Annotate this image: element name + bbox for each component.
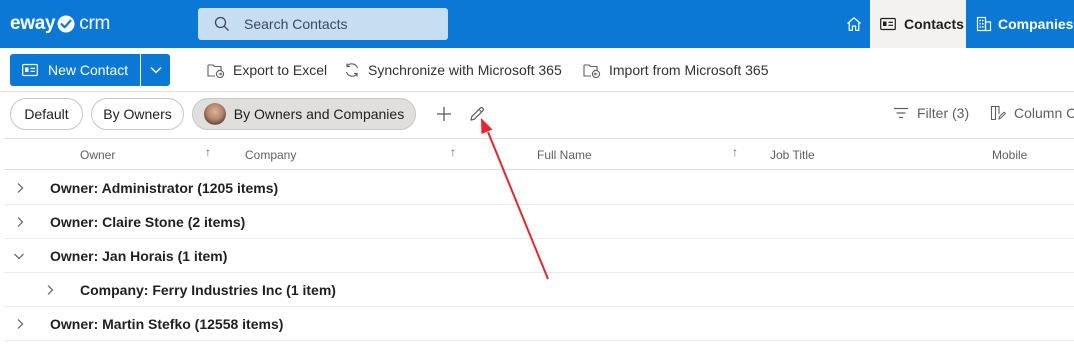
- group-row[interactable]: Owner: Martin Stefko (12558 items): [4, 307, 1074, 341]
- group-row[interactable]: Owner: Administrator (1205 items): [4, 171, 1074, 205]
- column-chooser-label: Column C: [1014, 105, 1074, 121]
- column-header-job-title[interactable]: Job Title: [770, 148, 815, 162]
- new-contact-label: New Contact: [48, 62, 129, 78]
- import-label: Import from Microsoft 365: [609, 62, 769, 78]
- add-view-icon[interactable]: [436, 106, 452, 122]
- view-by-owners-and-companies[interactable]: By Owners and Companies: [192, 98, 416, 130]
- filter-icon: [894, 107, 908, 119]
- group-row[interactable]: Owner: Claire Stone (2 items): [4, 205, 1074, 239]
- group-row[interactable]: Owner: Jan Horais (1 item): [4, 239, 1074, 273]
- tab-companies[interactable]: Companies: [966, 0, 1074, 48]
- chevron-right-icon[interactable]: [14, 318, 26, 330]
- import-button[interactable]: Import from Microsoft 365: [583, 62, 769, 78]
- building-icon: [976, 16, 992, 32]
- sort-ascending-icon[interactable]: ↑: [732, 145, 738, 159]
- home-button[interactable]: [838, 0, 870, 48]
- subgroup-row-label: Company: Ferry Industries Inc (1 item): [80, 282, 336, 298]
- avatar: [203, 103, 226, 125]
- subgroup-row[interactable]: Company: Ferry Industries Inc (1 item): [4, 273, 1074, 307]
- edit-view-icon[interactable]: [469, 106, 485, 122]
- view-by-owners-label: By Owners: [103, 106, 172, 122]
- sort-ascending-icon[interactable]: ↑: [205, 145, 211, 159]
- logo-suffix: crm: [79, 13, 111, 34]
- column-header-company[interactable]: Company: [245, 148, 296, 162]
- app-header: eway crm Search Contacts Contacts Compan…: [0, 0, 1074, 48]
- filter-button[interactable]: Filter (3): [893, 105, 969, 121]
- view-default-label: Default: [24, 106, 69, 122]
- sync-icon: [345, 63, 359, 77]
- filter-label: Filter (3): [917, 105, 970, 121]
- chevron-right-icon[interactable]: [44, 284, 56, 296]
- home-icon: [847, 17, 861, 31]
- tab-contacts[interactable]: Contacts: [870, 0, 966, 48]
- export-file-icon: [207, 64, 225, 78]
- import-file-icon: [583, 64, 601, 78]
- group-row-label: Owner: Martin Stefko (12558 items): [50, 316, 284, 332]
- column-header-full-name[interactable]: Full Name: [537, 148, 592, 162]
- column-chooser-button[interactable]: Column C: [990, 105, 1074, 121]
- contacts-grid: Owner ↑ Company ↑ Full Name ↑ Job Title …: [4, 138, 1074, 349]
- group-row-label: Owner: Claire Stone (2 items): [50, 214, 246, 230]
- tab-companies-label: Companies: [998, 16, 1074, 32]
- view-by-owners-and-companies-label: By Owners and Companies: [233, 106, 405, 122]
- view-default[interactable]: Default: [10, 98, 83, 130]
- command-bar: New Contact Export to Excel Synchronize …: [0, 48, 1074, 92]
- search-placeholder: Search Contacts: [244, 16, 348, 32]
- synchronize-button[interactable]: Synchronize with Microsoft 365: [344, 62, 562, 78]
- view-by-owners[interactable]: By Owners: [91, 98, 184, 130]
- group-row-label: Owner: Administrator (1205 items): [50, 180, 279, 196]
- sync-label: Synchronize with Microsoft 365: [368, 62, 562, 78]
- column-header-mobile[interactable]: Mobile: [992, 148, 1027, 162]
- grid-header: Owner ↑ Company ↑ Full Name ↑ Job Title …: [4, 139, 1074, 170]
- chevron-right-icon[interactable]: [14, 182, 26, 194]
- logo-text: eway: [10, 13, 56, 34]
- tab-contacts-label: Contacts: [904, 16, 964, 32]
- contact-card-icon: [880, 17, 896, 31]
- search-icon: [214, 16, 229, 31]
- export-label: Export to Excel: [233, 62, 328, 78]
- search-input[interactable]: Search Contacts: [198, 8, 448, 40]
- chevron-down-icon: [150, 67, 161, 74]
- chevron-down-icon[interactable]: [13, 250, 25, 262]
- contact-card-icon: [22, 63, 38, 77]
- app-logo[interactable]: eway crm: [10, 12, 110, 36]
- views-bar: Default By Owners By Owners and Companie…: [0, 92, 1074, 138]
- chevron-right-icon[interactable]: [14, 216, 26, 228]
- new-contact-button[interactable]: New Contact: [10, 54, 140, 86]
- group-row-label: Owner: Jan Horais (1 item): [50, 248, 228, 264]
- sort-ascending-icon[interactable]: ↑: [450, 145, 456, 159]
- logo-check-icon: [57, 15, 75, 33]
- export-to-excel-button[interactable]: Export to Excel: [207, 62, 327, 78]
- new-contact-dropdown-button[interactable]: [141, 54, 170, 86]
- column-chooser-icon: [990, 105, 1006, 121]
- column-header-owner[interactable]: Owner: [80, 148, 115, 162]
